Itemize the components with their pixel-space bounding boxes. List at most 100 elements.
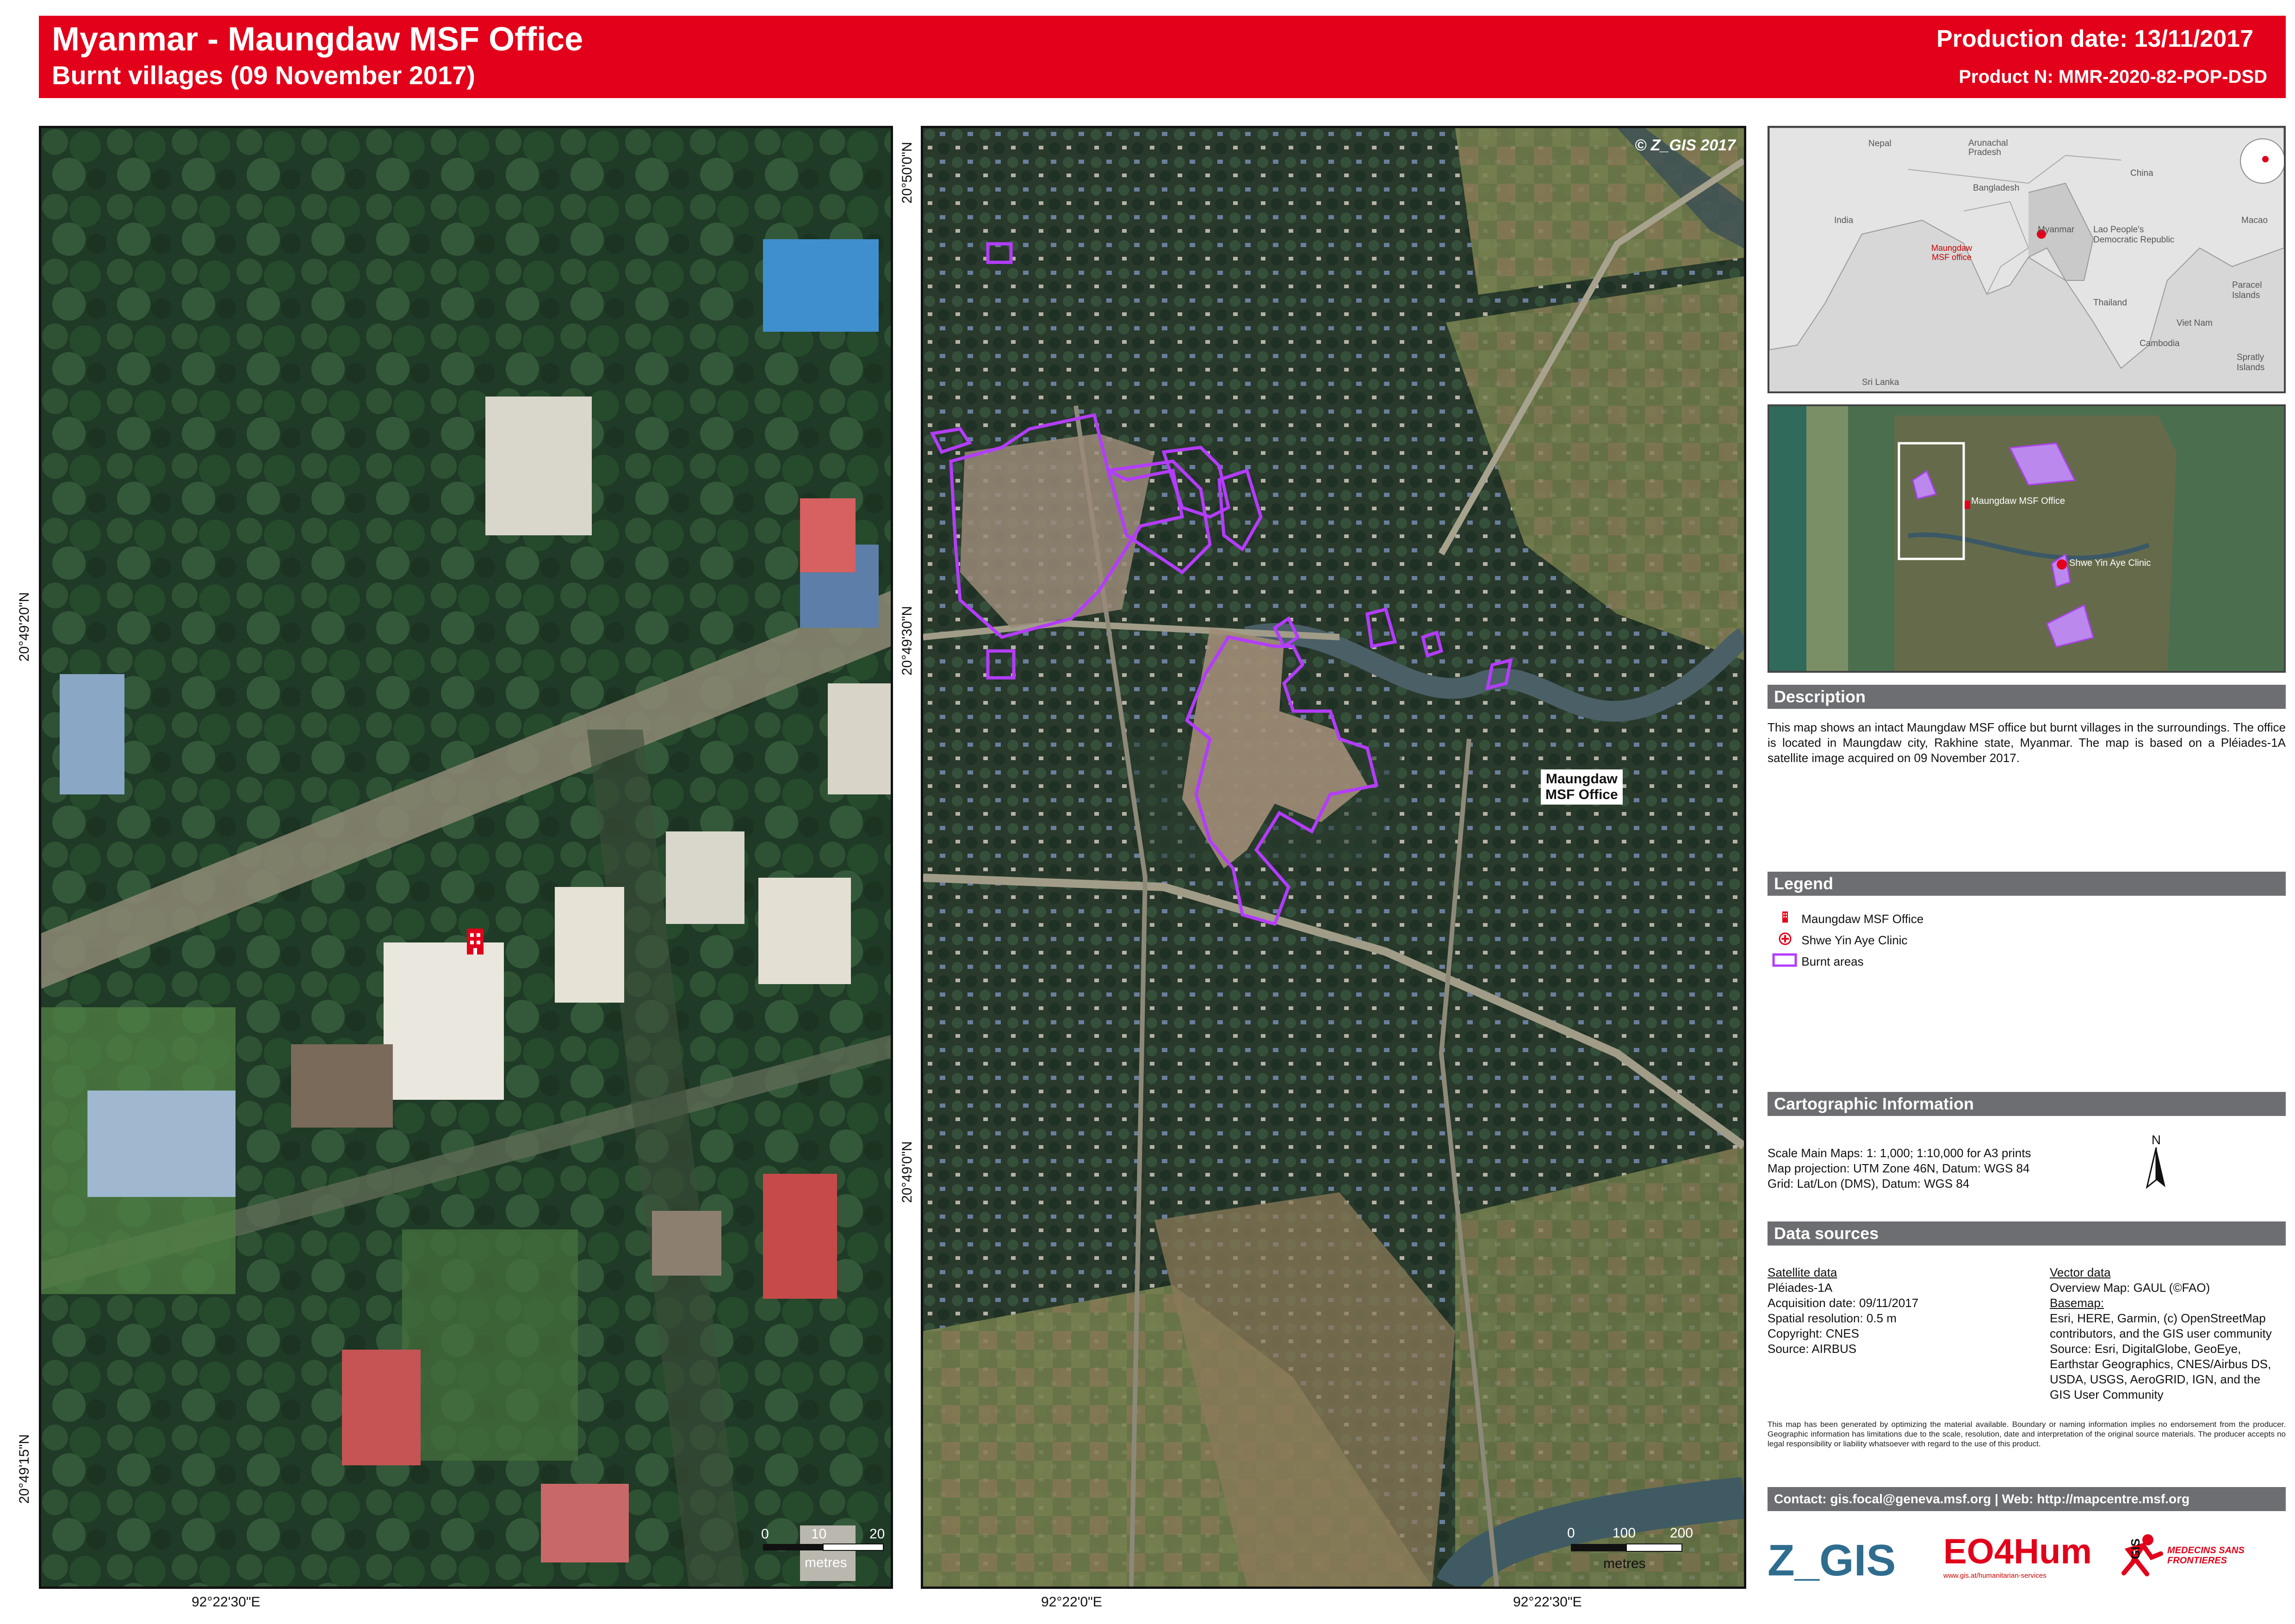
north-arrow-icon	[2146, 1147, 2165, 1189]
detail-scale-tick-10: 10	[811, 1526, 827, 1542]
overview-label-china: China	[2130, 168, 2153, 178]
cartographic-text: Scale Main Maps: 1: 1,000; 1:10,000 for …	[1768, 1146, 2184, 1191]
overview-label-bangladesh: Bangladesh	[1973, 183, 2020, 193]
main-lat-label: 20°49'30"N	[899, 606, 915, 676]
map-title: Myanmar - Maungdaw MSF Office	[52, 21, 583, 58]
product-number: Product N: MMR-2020-82-POP-DSD	[1959, 67, 2267, 87]
header-banner: Myanmar - Maungdaw MSF Office Burnt vill…	[39, 16, 2286, 98]
overview-office-label-line2: MSF office	[1932, 253, 1972, 262]
eo4hum-url: www.gis.at/humanitarian-services	[1943, 1572, 2047, 1580]
basemap-line: Esri, HERE, Garmin, (c) OpenStreetMap	[2050, 1311, 2266, 1325]
main-scale-bar	[1571, 1543, 1682, 1552]
cartographic-line: Scale Main Maps: 1: 1,000; 1:10,000 for …	[1768, 1146, 2031, 1160]
overview-office-label-line1: Maungdaw	[1931, 243, 1972, 253]
overview-label-paracel: Paracel Islands	[2232, 280, 2262, 300]
satellite-data-line: Acquisition date: 09/11/2017	[1768, 1296, 1919, 1310]
main-lat-label: 20°49'0"N	[899, 1141, 915, 1203]
vector-data-block: Vector data Overview Map: GAUL (©FAO) Ba…	[2050, 1265, 2290, 1402]
overview-label-nepal: Nepal	[1868, 139, 1892, 149]
msf-office-callout-line1: Maungdaw	[1545, 771, 1618, 787]
description-text: This map shows an intact Maungdaw MSF of…	[1768, 720, 2286, 765]
legend-heading: Legend	[1768, 872, 2286, 896]
detail-scale-bar	[763, 1543, 884, 1551]
basemap-line: contributors, and the GIS user community	[2050, 1326, 2272, 1340]
msf-office-callout-line2: MSF Office	[1545, 787, 1618, 802]
detail-map-imagery	[41, 128, 891, 1587]
main-scale-tick-0: 0	[1567, 1525, 1575, 1541]
legend-label-clinic: Shwe Yin Aye Clinic	[1801, 933, 1908, 947]
overview-label-myanmar: Myanmar	[2038, 225, 2075, 235]
detail-map[interactable]: 0 10 20 metres	[39, 126, 893, 1589]
basemap-line: Earthstar Geographics, CNES/Airbus DS,	[2050, 1357, 2271, 1371]
msf-office-callout: Maungdaw MSF Office	[1541, 769, 1623, 805]
detail-scale-tick-0: 0	[761, 1526, 769, 1542]
satellite-data-line: Source: AIRBUS	[1768, 1342, 1857, 1356]
legend-label-msf-office: Maungdaw MSF Office	[1801, 912, 1924, 926]
description-heading: Description	[1768, 685, 2286, 709]
overview-office-label: Maungdaw MSF office	[1931, 243, 1972, 262]
overview-inset-imagery	[1769, 128, 2284, 391]
msf-logo-text: MEDECINS SANS FRONTIERES	[2167, 1545, 2245, 1566]
overview-label-lao: Lao People's Democratic Republic	[2093, 225, 2175, 245]
contact-bar[interactable]: Contact: gis.focal@geneva.msf.org | Web:…	[1768, 1487, 2286, 1511]
north-arrow: N	[2142, 1133, 2170, 1191]
overview-label-india: India	[1834, 216, 1854, 225]
cartographic-heading: Cartographic Information	[1768, 1092, 2286, 1116]
vector-data-heading: Vector data	[2050, 1265, 2111, 1279]
satellite-data-heading: Satellite data	[1768, 1265, 1837, 1279]
main-scale-unit: metres	[1603, 1556, 1646, 1571]
legend-label-burnt: Burnt areas	[1801, 955, 1864, 968]
production-date: Production date: 13/11/2017	[1936, 25, 2253, 52]
overview-label-macao: Macao	[2241, 216, 2268, 225]
overview-label-srilanka: Sri Lanka	[1862, 378, 1899, 387]
detail-lat-label: 20°49'15"N	[17, 1434, 32, 1504]
overview-label-cambodia: Cambodia	[2140, 339, 2180, 348]
main-scale-tick-200: 200	[1670, 1525, 1693, 1541]
zoom-office-label: Maungdaw MSF Office	[1971, 496, 2066, 506]
detail-lat-label: 20°49'20"N	[17, 592, 32, 662]
copyright-label: © Z_GIS 2017	[1635, 136, 1736, 154]
zoom-inset-imagery	[1769, 406, 2284, 671]
zoom-inset-map[interactable]: Maungdaw MSF Office Shwe Yin Aye Clinic	[1768, 404, 2286, 673]
eo4hum-logo: EO4Hum www.gis.at/humanitarian-services	[1943, 1531, 2092, 1580]
burnt-area-swatch-icon	[1772, 953, 1798, 973]
msf-office-marker	[467, 929, 484, 955]
office-icon	[1772, 911, 1798, 930]
legend-item-clinic: Shwe Yin Aye Clinic	[1772, 931, 1908, 949]
main-lon-label: 92°22'0"E	[1041, 1594, 1102, 1610]
main-lat-label: 20°50'0"N	[899, 142, 915, 204]
data-sources-heading: Data sources	[1768, 1221, 2286, 1246]
msf-gis-text: GIS	[2128, 1538, 2142, 1559]
satellite-data-line: Copyright: CNES	[1768, 1326, 1859, 1340]
overview-label-arunachal: Arunachal Pradesh	[1968, 138, 2008, 157]
overview-inset-map[interactable]: Nepal Arunachal Pradesh Bangladesh India…	[1768, 126, 2286, 393]
main-lon-label: 92°22'30"E	[1513, 1594, 1582, 1610]
vector-data-line: Overview Map: GAUL (©FAO)	[2050, 1281, 2210, 1295]
msf-logo: GIS MEDECINS SANS FRONTIERES	[2115, 1531, 2272, 1578]
satellite-data-block: Satellite data Pléiades-1A Acquisition d…	[1768, 1265, 2027, 1357]
satellite-data-line: Pléiades-1A	[1768, 1281, 1833, 1295]
detail-scale-unit: metres	[805, 1555, 847, 1570]
overview-label-thailand: Thailand	[2093, 298, 2127, 308]
legend-item-burnt: Burnt areas	[1772, 952, 1864, 971]
disclaimer-text: This map has been generated by optimizin…	[1768, 1420, 2286, 1448]
cartographic-line: Grid: Lat/Lon (DMS), Datum: WGS 84	[1768, 1177, 1970, 1190]
map-subtitle: Burnt villages (09 November 2017)	[52, 61, 476, 90]
eo4hum-logo-text: EO4Hum	[1943, 1532, 2092, 1571]
main-map-imagery	[923, 128, 1744, 1587]
cartographic-line: Map projection: UTM Zone 46N, Datum: WGS…	[1768, 1161, 2030, 1175]
legend-item-msf-office: Maungdaw MSF Office	[1772, 910, 1923, 928]
overview-label-spratly: Spratly Islands	[2237, 353, 2265, 372]
detail-lon-label: 92°22'30"E	[192, 1594, 261, 1610]
main-map[interactable]: © Z_GIS 2017 Maungdaw MSF Office 0 100 2…	[921, 126, 1746, 1589]
basemap-line: USDA, USGS, AeroGRID, IGN, and the	[2050, 1372, 2261, 1386]
basemap-line: GIS User Community	[2050, 1388, 2164, 1401]
zgis-logo: Z_GIS	[1768, 1536, 1896, 1585]
detail-scale-tick-20: 20	[869, 1526, 885, 1542]
basemap-line: Source: Esri, DigitalGlobe, GeoEye,	[2050, 1342, 2241, 1356]
zoom-clinic-label: Shwe Yin Aye Clinic	[2069, 558, 2151, 568]
main-scale-tick-100: 100	[1613, 1525, 1636, 1541]
satellite-data-line: Spatial resolution: 0.5 m	[1768, 1311, 1897, 1325]
north-label: N	[2151, 1133, 2161, 1147]
clinic-cross-icon	[1772, 932, 1798, 951]
